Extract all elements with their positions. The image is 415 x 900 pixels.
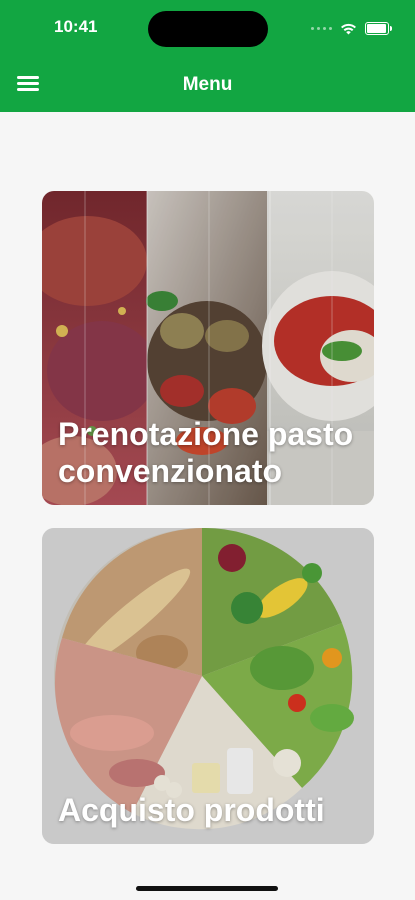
home-indicator xyxy=(136,886,278,891)
card-title-meal-booking: Prenotazione pasto convenzionato xyxy=(58,416,354,489)
app-header: 10:41 Menu xyxy=(0,0,415,112)
dynamic-island xyxy=(148,11,268,47)
card-meal-booking[interactable]: Prenotazione pasto convenzionato xyxy=(42,191,374,505)
battery-icon xyxy=(365,21,392,35)
cellular-signal-icon xyxy=(311,26,332,30)
status-time: 10:41 xyxy=(54,17,98,36)
wifi-icon xyxy=(341,23,356,34)
card-product-purchase[interactable]: Acquisto prodotti xyxy=(42,528,374,844)
status-icons xyxy=(311,20,392,36)
page-title: Menu xyxy=(182,74,233,95)
card-title-product-purchase: Acquisto prodotti xyxy=(58,792,325,828)
